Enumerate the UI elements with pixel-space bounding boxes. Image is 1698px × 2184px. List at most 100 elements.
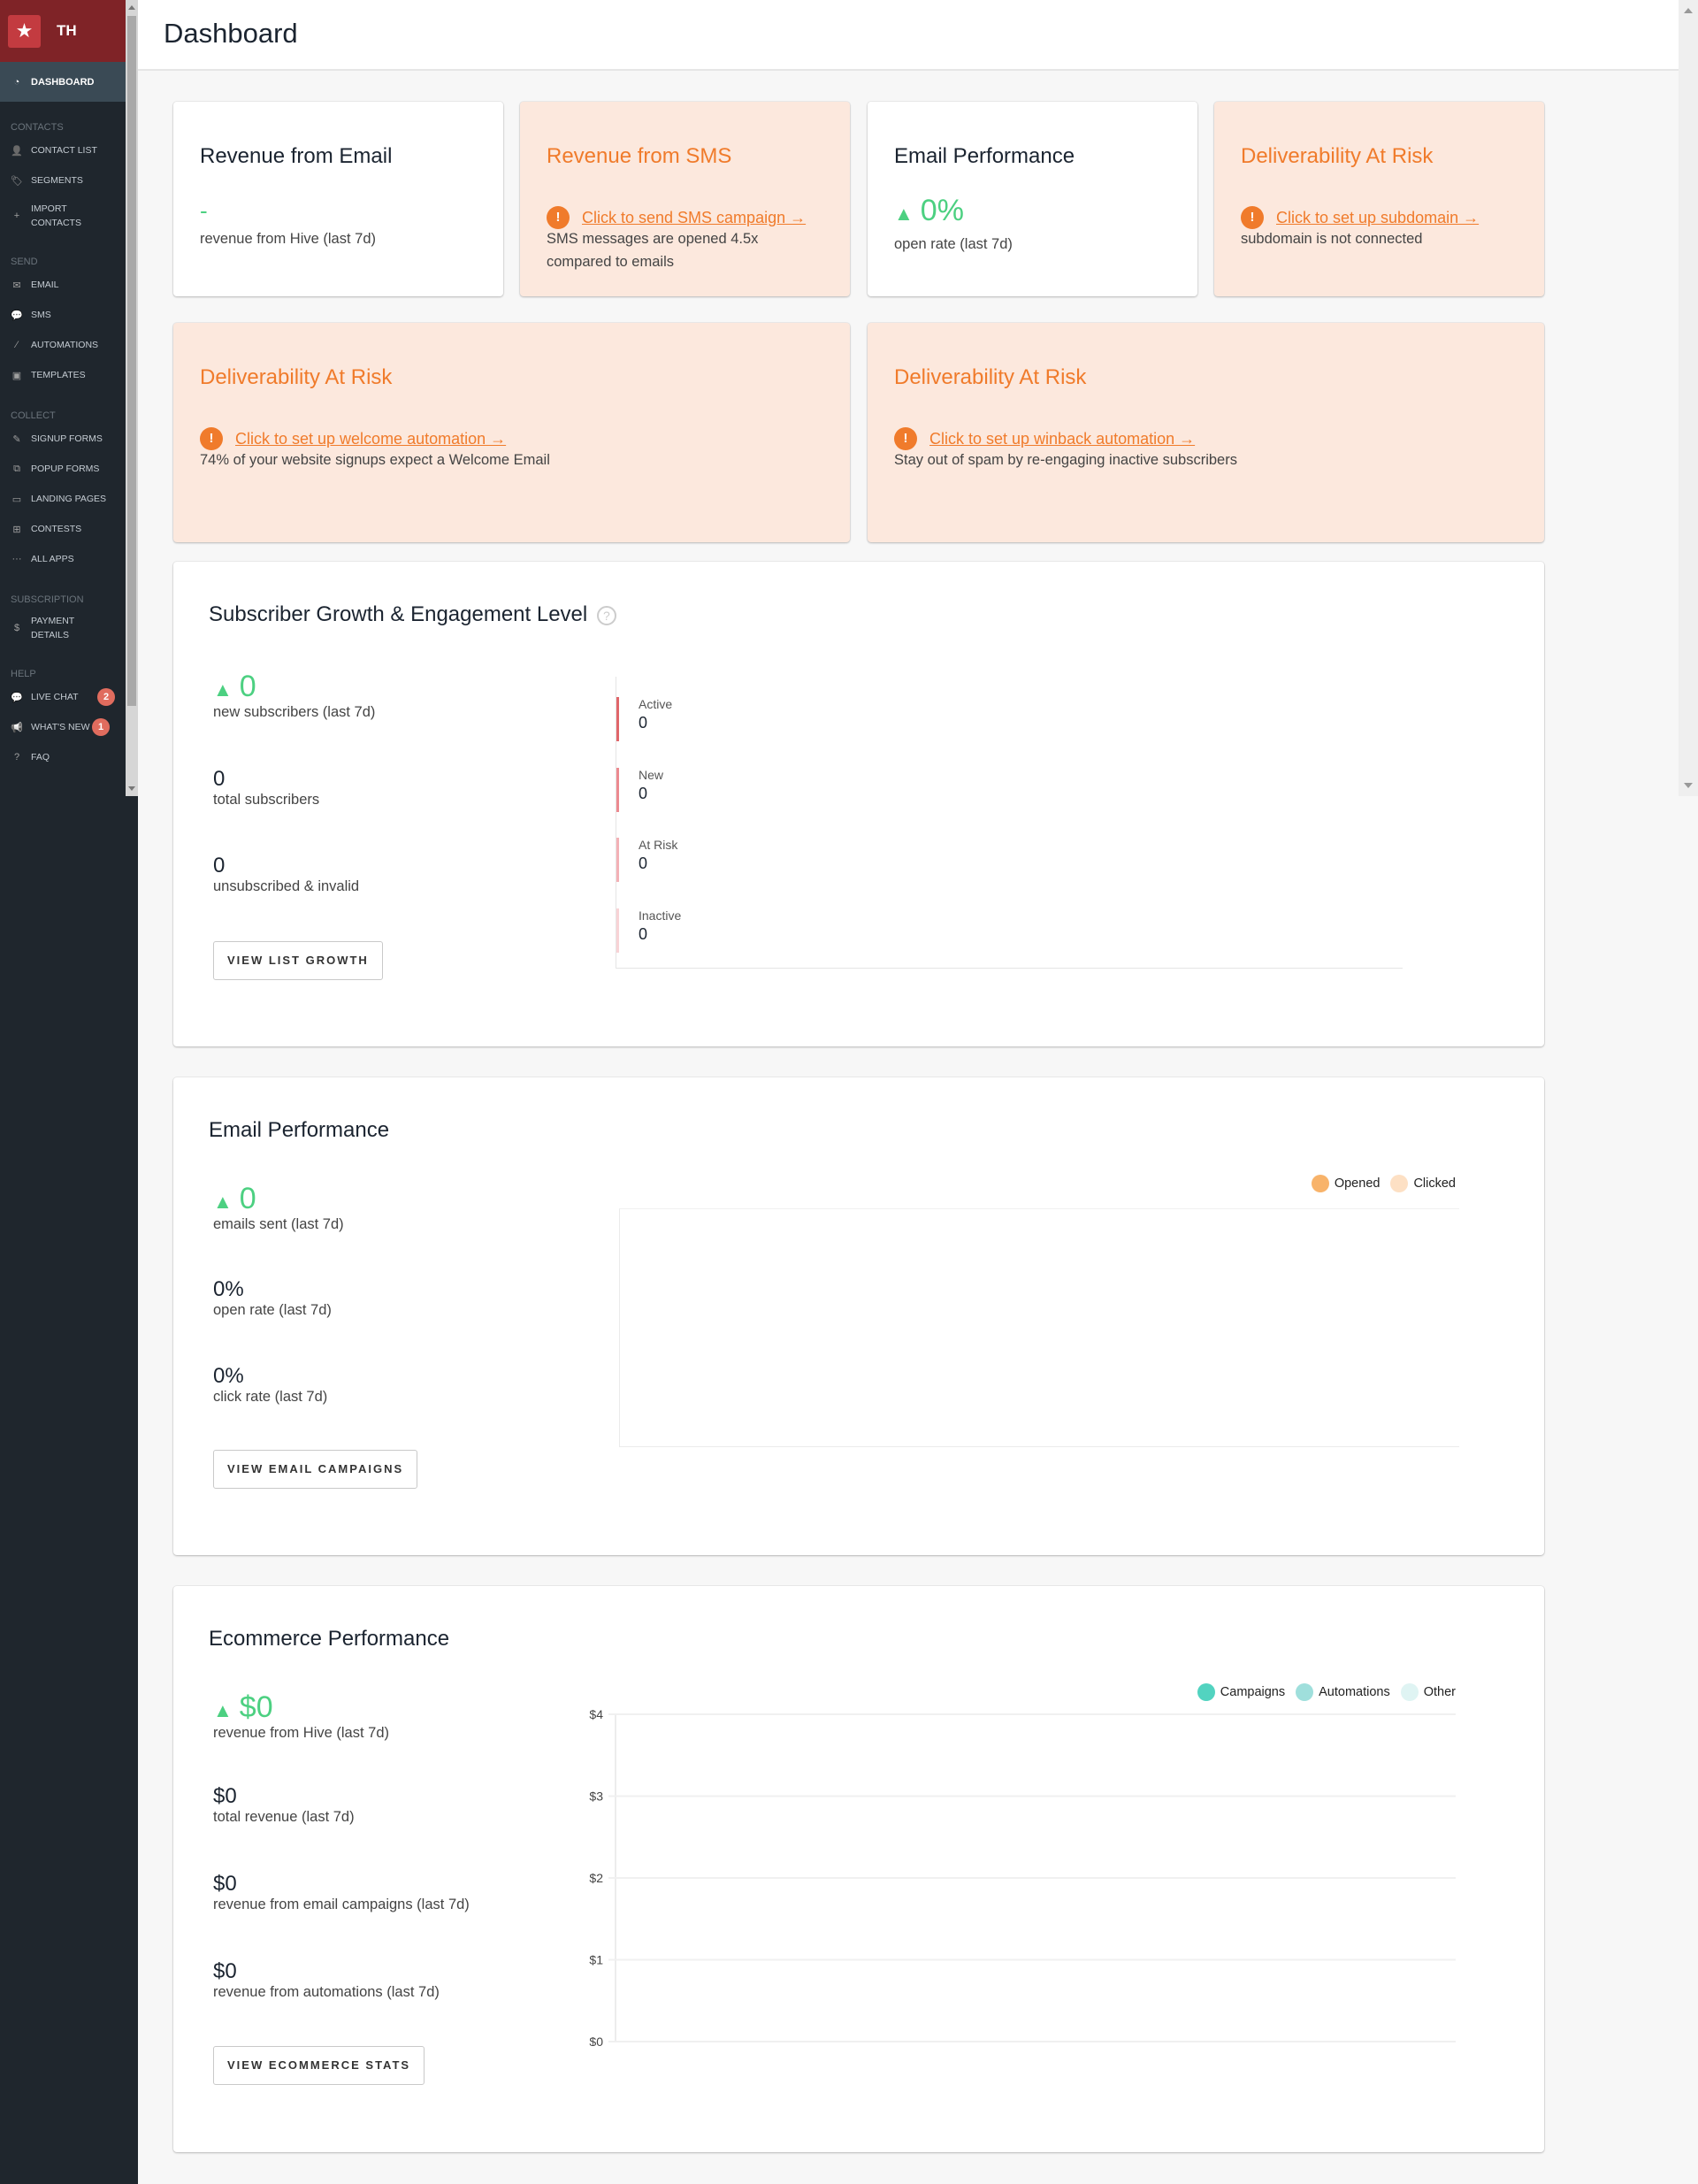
stat-label: unsubscribed & invalid <box>213 878 360 894</box>
view-ecommerce-stats-button[interactable]: VIEW ECOMMERCE STATS <box>213 2046 425 2085</box>
section-title: Subscriber Growth & Engagement Level ? <box>209 602 616 627</box>
email-performance-card: Email Performance ▲ 0% open rate (last 7d… <box>868 102 1197 296</box>
engagement-label: New <box>639 768 664 782</box>
scroll-up-arrow-icon[interactable] <box>128 5 135 10</box>
brand-header[interactable]: ★ TH <box>0 0 126 62</box>
legend-item[interactable]: Automations <box>1319 1685 1390 1699</box>
sidebar-item-label: DASHBOARD <box>31 76 95 88</box>
engagement-active: Active 0 <box>616 697 672 741</box>
sidebar-item-label: LANDING PAGES <box>31 494 106 504</box>
stat-value: 0% <box>213 1277 244 1301</box>
label-line: IMPORT <box>31 203 67 214</box>
trend-up-icon: ▲ <box>894 203 914 225</box>
engagement-at-risk: At Risk 0 <box>616 838 677 882</box>
gift-icon: ⊞ <box>12 524 21 535</box>
engagement-label: Active <box>639 697 673 711</box>
card-title: Email Performance <box>894 144 1075 168</box>
stat-revenue-campaigns: $0 revenue from email campaigns (last 7d… <box>213 1872 470 1913</box>
question-circle-icon[interactable]: ? <box>596 605 616 625</box>
stat-label: revenue from Hive (last 7d) <box>213 1725 389 1741</box>
sidebar-item-live-chat[interactable]: 💬 LIVE CHAT 2 <box>0 682 126 712</box>
legend-item[interactable]: Opened <box>1335 1176 1381 1191</box>
stat-value: 0 <box>213 854 226 877</box>
warning-icon: ! <box>1241 206 1264 229</box>
stat-new-subscribers: ▲ 0 new subscribers (last 7d) <box>213 670 375 721</box>
view-email-campaigns-button[interactable]: VIEW EMAIL CAMPAIGNS <box>213 1450 418 1489</box>
email-performance-chart <box>619 1208 1459 1447</box>
notification-badge: 2 <box>97 688 115 706</box>
ecommerce-chart: $0 $1 $2 $3 $4 <box>589 1710 1456 2046</box>
sidebar-item-automations[interactable]: ⁄ AUTOMATIONS <box>0 330 126 360</box>
stat-value: 0 <box>239 1182 256 1215</box>
star-icon: ★ <box>8 14 41 48</box>
card-title: Deliverability At Risk <box>894 365 1087 389</box>
send-sms-campaign-link[interactable]: Click to send SMS campaign → <box>582 209 806 227</box>
sidebar-item-what-s-new[interactable]: 📢 WHAT'S NEW 1 <box>0 712 126 742</box>
sidebar-item-contact-list[interactable]: 👤 CONTACT LIST <box>0 135 126 165</box>
sidebar-item-all-apps[interactable]: ··· ALL APPS <box>0 544 126 574</box>
sidebar-item-sms[interactable]: 💬 SMS <box>0 300 126 330</box>
deliverability-winback-card: Deliverability At Risk ! Click to set up… <box>868 323 1544 542</box>
sidebar-item-landing-pages[interactable]: ▭ LANDING PAGES <box>0 484 126 514</box>
scroll-down-arrow-icon[interactable] <box>128 786 135 791</box>
sidebar-item-label: PAYMENT DETAILS <box>31 614 74 642</box>
stat-revenue-hive: ▲ $0 revenue from Hive (last 7d) <box>213 1690 389 1742</box>
legend-item[interactable]: Campaigns <box>1220 1685 1285 1699</box>
card-description: Stay out of spam by re-engaging inactive… <box>894 452 1237 468</box>
page-scrollbar[interactable] <box>1679 0 1698 796</box>
stat-value: $0 <box>239 1690 273 1724</box>
sidebar-item-label: FAQ <box>31 752 50 762</box>
label-line: DETAILS <box>31 630 69 640</box>
edit-form-icon: ✎ <box>12 433 21 445</box>
sidebar-item-dashboard[interactable]: ◔ DASHBOARD <box>0 62 126 102</box>
legend-item[interactable]: Clicked <box>1413 1176 1456 1191</box>
card-description: SMS messages are opened 4.5x compared to… <box>547 231 759 270</box>
y-tick-label: $1 <box>589 1953 603 1967</box>
engagement-value: 0 <box>639 785 648 802</box>
sidebar-item-popup-forms[interactable]: ⧉ POPUP FORMS <box>0 454 126 484</box>
stat-unsubscribed: 0 unsubscribed & invalid <box>213 854 359 895</box>
sidebar-section-collect: COLLECT <box>11 410 56 421</box>
sidebar-item-faq[interactable]: ? FAQ <box>0 742 126 772</box>
view-list-growth-button[interactable]: VIEW LIST GROWTH <box>213 941 383 980</box>
engagement-value: 0 <box>639 714 648 732</box>
sidebar: ★ TH ◔ DASHBOARD CONTACTS 👤 CONTACT LIST 🏷 S… <box>0 0 138 2184</box>
sidebar-item-signup-forms[interactable]: ✎ SIGNUP FORMS <box>0 424 126 454</box>
account-initials: TH <box>57 22 77 39</box>
stat-value: $0 <box>213 1959 237 1983</box>
engagement-new: New 0 <box>616 768 663 812</box>
chat-bubble-icon: 💬 <box>11 692 23 703</box>
card-label: open rate (last 7d) <box>894 236 1013 252</box>
setup-subdomain-link[interactable]: Click to set up subdomain → <box>1276 209 1479 227</box>
card-link-row: ! Click to send SMS campaign → <box>547 206 806 229</box>
sidebar-item-email[interactable]: ✉ EMAIL <box>0 270 126 300</box>
legend-item[interactable]: Other <box>1424 1685 1456 1699</box>
sidebar-item-payment-details[interactable]: $ PAYMENT DETAILS <box>0 608 126 648</box>
ecommerce-performance-section: Ecommerce Performance ▲ $0 revenue from H… <box>173 1586 1544 2152</box>
dollar-icon: $ <box>13 623 20 633</box>
stat-total-subscribers: 0 total subscribers <box>213 767 319 808</box>
trend-up-icon: ▲ <box>213 1191 233 1213</box>
legend-swatch <box>1311 1175 1329 1192</box>
setup-welcome-automation-link[interactable]: Click to set up welcome automation → <box>235 430 506 448</box>
sidebar-item-label: SEGMENTS <box>31 175 83 186</box>
sidebar-item-label: TEMPLATES <box>31 370 86 380</box>
sidebar-item-label: SIGNUP FORMS <box>31 433 103 444</box>
sidebar-item-contests[interactable]: ⊞ CONTESTS <box>0 514 126 544</box>
sidebar-item-segments[interactable]: 🏷 SEGMENTS <box>0 165 126 195</box>
sidebar-scrollbar[interactable] <box>126 0 138 796</box>
card-title: Deliverability At Risk <box>1241 144 1434 168</box>
sidebar-item-label: CONTESTS <box>31 524 82 534</box>
y-tick-label: $3 <box>589 1789 603 1804</box>
stat-label: revenue from automations (last 7d) <box>213 1984 440 2000</box>
scroll-down-arrow-icon[interactable] <box>1684 783 1693 788</box>
sidebar-item-label: AUTOMATIONS <box>31 340 99 350</box>
scroll-up-arrow-icon[interactable] <box>1684 8 1693 13</box>
setup-winback-automation-link[interactable]: Click to set up winback automation → <box>929 430 1195 448</box>
sidebar-scrollbar-thumb[interactable] <box>127 16 136 706</box>
stat-label: click rate (last 7d) <box>213 1389 328 1405</box>
sidebar-item-import-contacts[interactable]: + IMPORT CONTACTS <box>0 195 126 236</box>
warning-icon: ! <box>200 427 223 450</box>
stat-emails-sent: ▲ 0 emails sent (last 7d) <box>213 1182 344 1233</box>
sidebar-item-templates[interactable]: ▣ TEMPLATES <box>0 360 126 390</box>
